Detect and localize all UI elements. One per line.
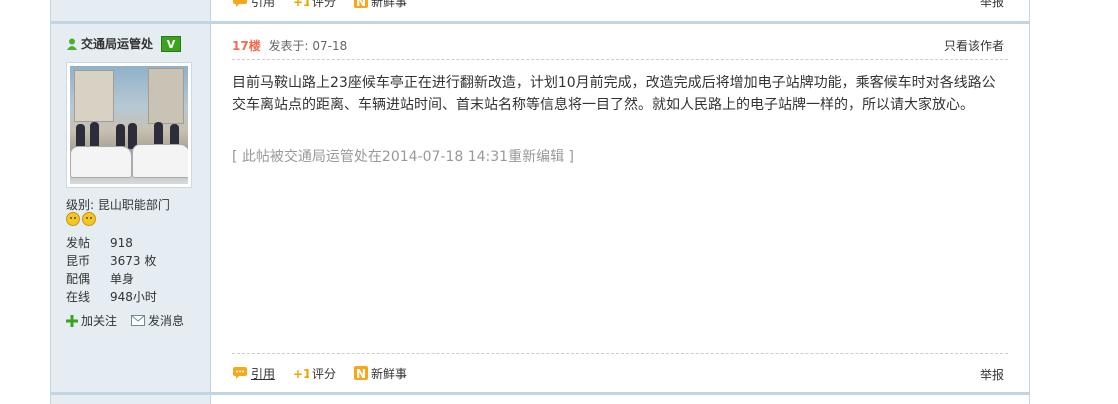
quote-button[interactable]: 引用 — [232, 365, 275, 382]
user-online-icon — [67, 38, 77, 50]
stat-label: 发帖 — [66, 236, 91, 250]
post-time: 发表于: 07-18 — [268, 39, 348, 53]
rate-label: 评分 — [312, 366, 337, 381]
quote-label: 引用 — [251, 366, 276, 381]
footer-divider — [232, 353, 1008, 354]
prev-post-toolbar: 引用 +1 评分 N 新鲜事 — [232, 0, 425, 10]
smiley-icon — [66, 212, 80, 226]
prev-news-label: 新鲜事 — [371, 0, 408, 9]
report-link[interactable]: 举报 — [980, 366, 1004, 383]
stat-value: 单身 — [110, 272, 135, 286]
prev-rate-label: 评分 — [312, 0, 337, 9]
post-divider-bottom — [51, 392, 1029, 395]
prev-rate-button[interactable]: +1 评分 — [293, 0, 336, 10]
stat-label: 在线 — [66, 290, 91, 304]
svg-text:+1: +1 — [293, 367, 309, 380]
news-label: 新鲜事 — [371, 366, 408, 381]
stat-row: 配偶 单身 — [66, 270, 157, 288]
post-meta: 17楼 发表于: 07-18 — [232, 37, 347, 54]
news-icon: N — [354, 366, 369, 380]
prev-report-link[interactable]: 举报 — [980, 0, 1004, 10]
stat-value: 3673 枚 — [110, 254, 157, 268]
author-actions: 加关注 发消息 — [66, 312, 184, 329]
prev-quote-button[interactable]: 引用 — [232, 0, 275, 10]
rate-icon: +1 — [293, 0, 309, 8]
stat-row: 发帖 918 — [66, 234, 157, 252]
stat-value: 918 — [110, 236, 133, 250]
stat-value: 948小时 — [110, 290, 157, 304]
follow-label: 加关注 — [81, 314, 118, 328]
plus-icon — [66, 314, 78, 327]
svg-text:+1: +1 — [293, 0, 309, 8]
author-level: 级别: 昆山职能部门 — [66, 198, 170, 212]
prev-quote-label: 引用 — [251, 0, 276, 9]
news-icon: N — [354, 0, 369, 8]
prev-news-button[interactable]: N 新鲜事 — [354, 0, 407, 10]
message-button[interactable]: 发消息 — [131, 312, 184, 329]
header-divider — [232, 59, 1008, 60]
stat-label: 昆币 — [66, 254, 91, 268]
only-author-link[interactable]: 只看该作者 — [944, 37, 1004, 54]
rate-icon: +1 — [293, 367, 309, 380]
rate-button[interactable]: +1 评分 — [293, 365, 336, 382]
smiley-icon — [82, 212, 96, 226]
message-label: 发消息 — [148, 314, 185, 328]
post-toolbar: 引用 +1 评分 N 新鲜事 — [232, 364, 425, 382]
envelope-icon — [131, 315, 146, 326]
follow-button[interactable]: 加关注 — [66, 312, 117, 329]
author-name-row: 交通局运管处 V — [66, 35, 182, 52]
svg-text:N: N — [356, 367, 366, 380]
avatar[interactable] — [66, 62, 192, 188]
author-stats: 发帖 918 昆币 3673 枚 配偶 单身 在线 948小时 — [66, 234, 157, 306]
post-divider-top — [51, 21, 1029, 24]
floor-number[interactable]: 17楼 — [232, 39, 261, 53]
author-name[interactable]: 交通局运管处 — [81, 35, 153, 52]
avatar-photo — [70, 66, 188, 184]
quote-icon — [233, 367, 247, 379]
stat-label: 配偶 — [66, 272, 91, 286]
level-smileys — [66, 212, 96, 226]
stat-row: 在线 948小时 — [66, 288, 157, 306]
verified-badge: V — [161, 35, 182, 52]
post-body: 目前马鞍山路上23座候车亭正在进行翻新改造，计划10月前完成，改造完成后将增加电… — [232, 75, 996, 113]
quote-icon — [233, 0, 247, 7]
stat-row: 昆币 3673 枚 — [66, 252, 157, 270]
svg-text:N: N — [356, 0, 366, 8]
edit-note: [ 此帖被交通局运管处在2014-07-18 14:31重新编辑 ] — [232, 149, 574, 165]
news-button[interactable]: N 新鲜事 — [354, 365, 407, 382]
